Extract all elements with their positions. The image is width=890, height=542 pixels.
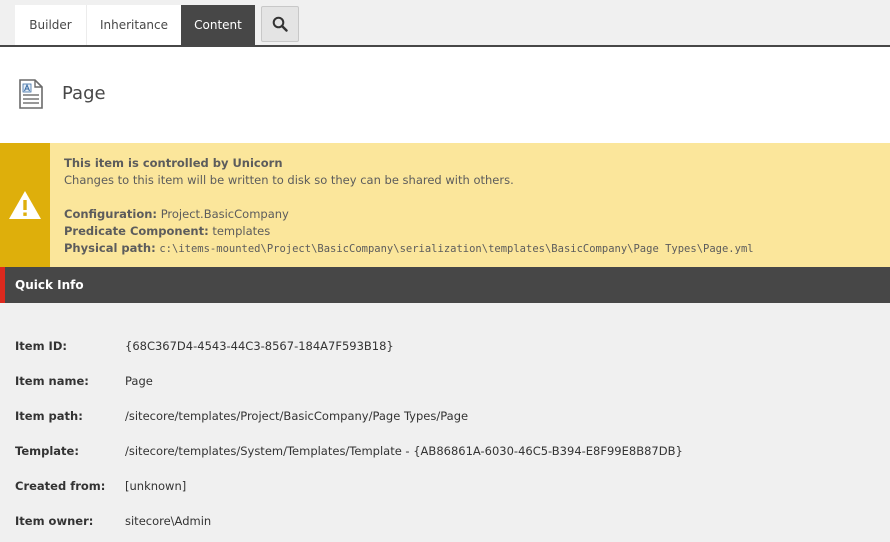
search-button[interactable] xyxy=(261,6,299,42)
info-row-template: Template: /sitecore/templates/System/Tem… xyxy=(0,444,890,464)
predicate-label: Predicate Component: xyxy=(64,224,209,238)
warning-stripe xyxy=(0,143,50,267)
warning-body: This item is controlled by Unicorn Chang… xyxy=(64,155,754,258)
warning-message: Changes to this item will be written to … xyxy=(64,173,514,187)
warning-icon xyxy=(9,191,41,219)
unicorn-warning-panel: This item is controlled by Unicorn Chang… xyxy=(0,143,890,267)
predicate-value: templates xyxy=(212,224,271,238)
quick-info-panel: Item ID: {68C367D4-4543-44C3-8567-184A7F… xyxy=(0,303,890,542)
info-row-created-from: Created from: [unknown] xyxy=(0,479,890,499)
physical-path-value: c:\items-mounted\Project\BasicCompany\se… xyxy=(159,243,754,255)
info-row-item-owner: Item owner: sitecore\Admin xyxy=(0,514,890,534)
info-label: Item ID: xyxy=(15,339,67,353)
info-label: Item name: xyxy=(15,374,89,388)
search-icon xyxy=(272,16,288,32)
info-row-item-id: Item ID: {68C367D4-4543-44C3-8567-184A7F… xyxy=(0,339,890,359)
info-value[interactable]: /sitecore/templates/Project/BasicCompany… xyxy=(125,409,468,423)
info-label: Item owner: xyxy=(15,514,94,528)
section-accent xyxy=(0,267,5,303)
tab-builder[interactable]: Builder xyxy=(15,5,86,45)
configuration-value: Project.BasicCompany xyxy=(160,207,289,221)
info-value[interactable]: Page xyxy=(125,374,153,388)
configuration-label: Configuration: xyxy=(64,207,158,221)
page-title: Page xyxy=(62,83,106,104)
tab-content[interactable]: Content xyxy=(181,5,255,45)
tab-inheritance[interactable]: Inheritance xyxy=(86,5,181,45)
item-header: Page xyxy=(0,47,890,143)
physical-path-label: Physical path: xyxy=(64,241,156,255)
physical-path-line: Physical path: c:\items-mounted\Project\… xyxy=(64,240,754,258)
info-value[interactable]: /sitecore/templates/System/Templates/Tem… xyxy=(125,444,683,458)
configuration-line: Configuration: Project.BasicCompany xyxy=(64,206,754,223)
warning-title: This item is controlled by Unicorn xyxy=(64,156,283,170)
info-label: Template: xyxy=(15,444,79,458)
document-icon xyxy=(19,79,43,109)
info-row-item-path: Item path: /sitecore/templates/Project/B… xyxy=(0,409,890,429)
predicate-line: Predicate Component: templates xyxy=(64,223,754,240)
info-value[interactable]: {68C367D4-4543-44C3-8567-184A7F593B18} xyxy=(125,339,394,353)
quick-info-title: Quick Info xyxy=(15,278,84,292)
info-row-item-name: Item name: Page xyxy=(0,374,890,394)
ribbon-tab-bar: Builder Inheritance Content xyxy=(0,0,890,48)
info-value[interactable]: sitecore\Admin xyxy=(125,514,211,528)
quick-info-header[interactable]: Quick Info xyxy=(0,267,890,303)
info-value[interactable]: [unknown] xyxy=(125,479,186,493)
info-label: Item path: xyxy=(15,409,83,423)
info-label: Created from: xyxy=(15,479,106,493)
